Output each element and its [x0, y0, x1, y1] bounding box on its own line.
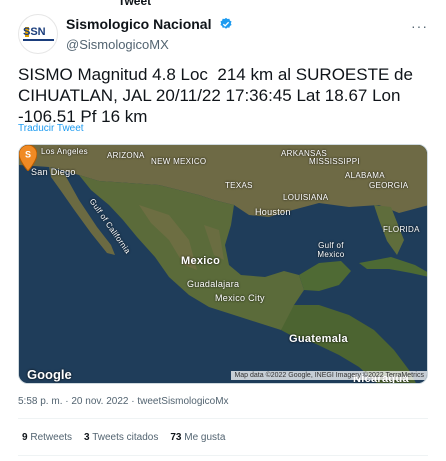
map-label-mexico: Mexico: [181, 255, 221, 267]
quotes-count: 3: [84, 432, 90, 443]
more-options-icon[interactable]: ···: [411, 18, 428, 34]
map-label-texas: TEXAS: [225, 181, 253, 190]
tweet-meta: 5:58 p. m. · 20 nov. 2022 · tweetSismolo…: [18, 396, 229, 407]
author-block: Sismologico Nacional @SismologicoMX: [66, 16, 233, 52]
map-label-los-angeles: Los Angeles: [41, 147, 88, 156]
avatar[interactable]: SSN: [18, 14, 58, 54]
retweets-stat[interactable]: 9 Retweets: [22, 432, 72, 443]
map-image[interactable]: Los Angeles ARIZONA NEW MEXICO ARKANSAS …: [18, 144, 428, 384]
top-fragment-text: Tweet: [118, 0, 152, 8]
map-label-mexico-city: Mexico City: [215, 293, 265, 303]
map-label-arizona: ARIZONA: [107, 151, 145, 160]
map-label-guadalajara: Guadalajara: [187, 279, 240, 289]
map-attribution[interactable]: Map data ©2022 Google, INEGI Imagery ©20…: [231, 371, 427, 380]
google-logo: Google: [27, 367, 72, 382]
map-pin-icon[interactable]: S: [19, 145, 37, 171]
verified-badge-icon: [220, 17, 232, 29]
divider: [18, 418, 428, 419]
divider: [18, 455, 428, 456]
map-label-guatemala: Guatemala: [289, 333, 348, 345]
likes-stat[interactable]: 73 Me gusta: [170, 432, 225, 443]
map-label-georgia: GEORGIA: [369, 181, 409, 190]
meta-separator: ·: [131, 396, 135, 407]
map-label-houston: Houston: [255, 207, 291, 217]
meta-separator: ·: [65, 396, 69, 407]
retweets-count: 9: [22, 432, 28, 443]
tweet-time[interactable]: 5:58 p. m.: [18, 396, 62, 407]
map-label-mississippi: MISSISSIPPI: [309, 157, 360, 166]
map-label-new-mexico: NEW MEXICO: [151, 157, 207, 166]
tweet-source[interactable]: tweetSismologicoMx: [137, 396, 228, 407]
map-label-gulf-of-mexico: Gulf of Mexico: [317, 241, 345, 259]
avatar-underline: [23, 39, 54, 41]
map-terrain: [19, 145, 427, 383]
quotes-label: Tweets citados: [92, 432, 159, 443]
handle[interactable]: @SismologicoMX: [66, 37, 233, 52]
map-label-san-diego: San Diego: [31, 167, 76, 177]
tweet-stats: 9 Retweets 3 Tweets citados 73 Me gusta: [22, 432, 225, 443]
tweet-text: SISMO Magnitud 4.8 Loc 214 km al SUROEST…: [18, 65, 418, 126]
translate-tweet-link[interactable]: Traducir Tweet: [18, 123, 84, 134]
tweet-date[interactable]: 20 nov. 2022: [71, 396, 128, 407]
retweets-label: Retweets: [30, 432, 73, 443]
map-label-florida: FLORIDA: [383, 225, 420, 234]
avatar-logo-text: SSN: [23, 26, 46, 38]
likes-label: Me gusta: [184, 432, 226, 443]
quotes-stat[interactable]: 3 Tweets citados: [84, 432, 158, 443]
svg-text:S: S: [25, 150, 31, 160]
likes-count: 73: [170, 432, 182, 443]
display-name[interactable]: Sismologico Nacional: [66, 16, 211, 32]
map-label-alabama: ALABAMA: [345, 171, 385, 180]
tweet-header: SSN Sismologico Nacional @SismologicoMX …: [18, 14, 428, 54]
map-label-louisiana: LOUISIANA: [283, 193, 329, 202]
